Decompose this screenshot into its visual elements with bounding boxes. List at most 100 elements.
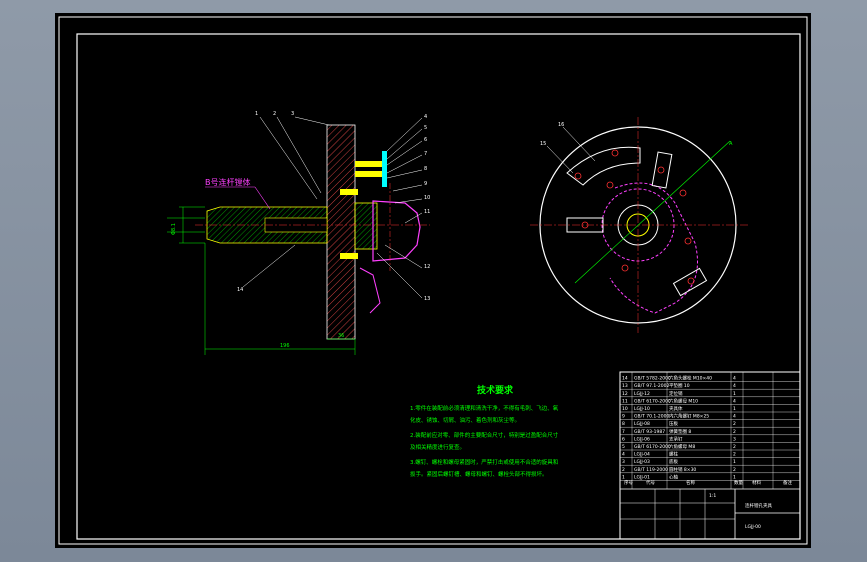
parts-row-no: 4 — [622, 452, 625, 458]
parts-row-name: 压板 — [669, 420, 678, 427]
parts-row-name: 圆柱销 8×30 — [669, 466, 696, 473]
callout-10: 10 — [424, 195, 430, 201]
parts-row-no: 8 — [622, 421, 625, 427]
parts-row-qty: 2 — [733, 467, 736, 473]
parts-row-code: GB/T 6170-2000 — [634, 444, 671, 450]
parts-row-qty: 2 — [733, 452, 736, 458]
drawing-scale: 1:1 — [709, 493, 716, 499]
callout-14: 14 — [237, 287, 243, 293]
parts-row-code: GB/T 119-2000 — [634, 467, 668, 473]
parts-row-name: 螺柱 — [669, 451, 678, 458]
callout-1: 1 — [255, 111, 258, 117]
parts-row-qty: 2 — [733, 429, 736, 435]
parts-list: 14 GB/T 5782-2000六角头螺栓 M10×40 413 GB/T 97.1… — [619, 372, 801, 489]
parts-row-no: 1 — [622, 474, 625, 480]
callout-12: 12 — [424, 264, 430, 270]
clamp-plate — [382, 151, 387, 187]
drawing-number: LGJJ-00 — [745, 524, 761, 530]
parts-row-no: 13 — [622, 383, 628, 389]
technical-notes: 技术要求 1.零件在装配前必须清理和清洗干净，不得有毛刺、飞边、氧 化皮、锈蚀、… — [410, 384, 559, 478]
note-line-5: 3.螺钉、螺栓和螺母紧固时，严禁打击或使用不合适的旋具和 — [410, 458, 558, 466]
parts-row-code: LGJJ-04 — [634, 452, 650, 458]
parts-row-code: LGJJ-12 — [634, 391, 650, 397]
note-line-3: 2.装配前应对零、部件的主要配合尺寸，特别是过盈配合尺寸 — [410, 431, 559, 439]
callout-9: 9 — [424, 181, 427, 187]
parts-row-qty: 1 — [733, 406, 736, 412]
cad-drawing: 196 36 Φ8.1 B号连杆镗体 1 2 3 4 5 6 7 8 9 10 … — [58, 16, 808, 545]
base-plate — [326, 124, 356, 340]
note-line-1: 1.零件在装配前必须清理和清洗干净，不得有毛刺、飞边、氧 — [410, 404, 559, 412]
parts-row-qty: 1 — [733, 391, 736, 397]
parts-row-no: 11 — [622, 398, 628, 404]
callout-13: 13 — [424, 296, 430, 302]
parts-row-no: 9 — [622, 414, 625, 420]
parts-row-code: LGJJ-01 — [634, 474, 650, 480]
parts-row-name: 弹簧垫圈 8 — [669, 428, 691, 435]
parts-row-code: GB/T 70.1-2000 — [634, 414, 670, 420]
callout-4: 4 — [424, 114, 427, 120]
parts-row-code: LGJJ-03 — [634, 459, 650, 465]
parts-row-no: 6 — [622, 436, 625, 442]
title-block: 14 GB/T 5782-2000六角头螺栓 M10×40 413 GB/T 97.1… — [619, 371, 801, 540]
parts-row-no: 10 — [622, 406, 628, 412]
parts-row-name: 定位销 — [669, 390, 683, 397]
parts-row-code: LGJJ-08 — [634, 421, 650, 427]
slot-clamp-bottom — [672, 267, 708, 297]
parts-row-no: 12 — [622, 391, 628, 397]
callout-7: 7 — [424, 151, 427, 157]
parts-row-name: 底板 — [669, 458, 678, 465]
parts-row-name: 内六角螺钉 M8×25 — [669, 413, 709, 420]
note-line-2: 化皮、锈蚀、切屑、油污、着色剂和灰尘等。 — [410, 416, 520, 424]
callout-6: 6 — [424, 137, 427, 143]
hdr-material: 材料 — [752, 479, 761, 486]
pin — [340, 189, 358, 195]
workpiece-arm — [359, 267, 381, 314]
parts-row-code: GB/T 5782-2000 — [634, 376, 671, 382]
part-label: B号连杆镗体 — [205, 177, 251, 187]
callout-2: 2 — [273, 111, 276, 117]
note-line-4: 及相关精度进行复查。 — [410, 443, 465, 451]
drawing-sheet: 196 36 Φ8.1 B号连杆镗体 1 2 3 4 5 6 7 8 9 10 … — [55, 13, 811, 548]
parts-row-qty: 4 — [733, 383, 736, 389]
notes-title: 技术要求 — [477, 384, 514, 396]
parts-row-qty: 4 — [733, 376, 736, 382]
parts-row-qty: 4 — [733, 398, 736, 404]
parts-row-name: 平垫圈 10 — [669, 382, 690, 389]
callout-11: 11 — [424, 209, 430, 215]
bolt-holes — [574, 149, 695, 285]
parts-row-code: GB/T 93-1987 — [634, 429, 665, 435]
parts-row-code: LGJJ-10 — [634, 406, 650, 412]
drawing-title: 连杆镗孔夹具 — [745, 502, 772, 509]
hdr-qty: 数量 — [734, 479, 743, 486]
parts-row-qty: 1 — [733, 474, 736, 480]
callout-5: 5 — [424, 125, 427, 131]
parts-row-code: GB/T 6170-2000 — [634, 398, 671, 404]
hdr-note: 备注 — [783, 479, 792, 486]
parts-row-name: 夹具体 — [669, 405, 683, 412]
parts-row-name: 六角头螺栓 M10×40 — [669, 375, 712, 382]
dim-base: 36 — [338, 333, 344, 339]
parts-row-name: 六角螺母 M10 — [669, 397, 698, 404]
parts-row-no: 5 — [622, 444, 625, 450]
parts-row-name: 支承钉 — [669, 435, 683, 442]
hdr-code: 代号 — [646, 479, 655, 486]
parts-row-no: 2 — [622, 467, 625, 473]
hdr-no: 序号 — [624, 479, 633, 486]
callout-8: 8 — [424, 166, 427, 172]
parts-row-name: 心轴 — [669, 473, 678, 480]
parts-row-qty: 3 — [733, 436, 736, 442]
callout-16: 16 — [558, 122, 564, 128]
parts-row-name: 六角螺母 M8 — [669, 443, 695, 450]
parts-row-code: LGJJ-06 — [634, 436, 650, 442]
dim-diameter: Φ8.1 — [171, 223, 177, 235]
hdr-name: 名称 — [686, 479, 695, 486]
parts-row-no: 14 — [622, 376, 628, 382]
callout-3: 3 — [291, 111, 294, 117]
parts-row-qty: 2 — [733, 444, 736, 450]
parts-row-code: GB/T 97.1-2002 — [634, 383, 670, 389]
parts-row-qty: 1 — [733, 459, 736, 465]
parts-row-qty: 2 — [733, 421, 736, 427]
parts-row-no: 3 — [622, 459, 625, 465]
slot-clamp-top — [651, 151, 673, 189]
side-view: 196 36 Φ8.1 B号连杆镗体 1 2 3 4 5 6 7 8 9 10 … — [167, 111, 430, 355]
